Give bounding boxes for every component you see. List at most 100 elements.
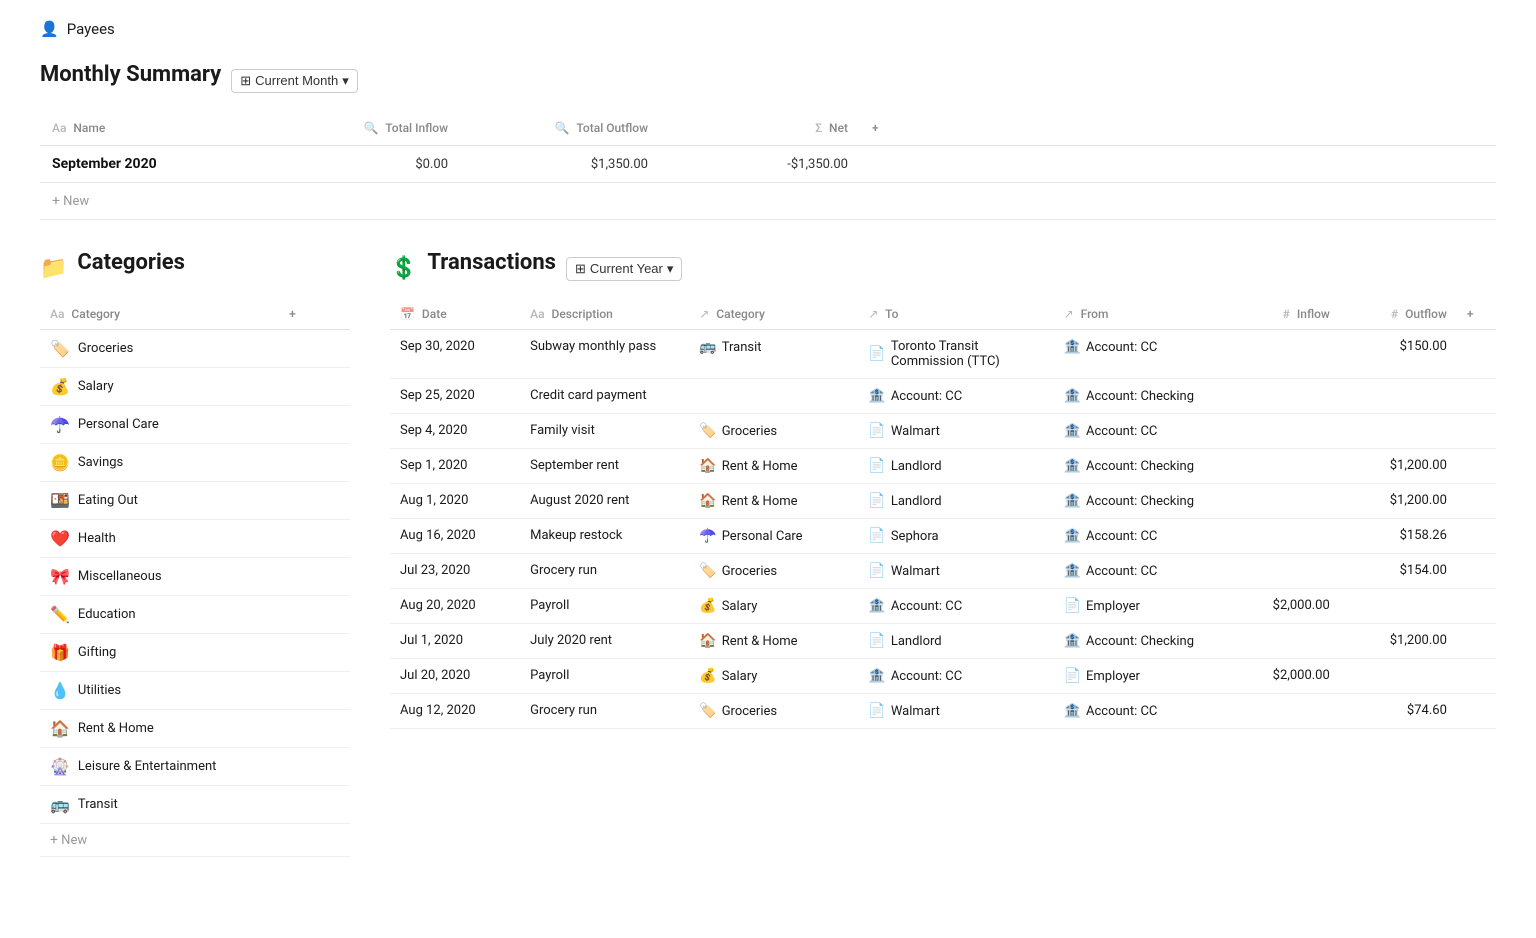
doc-icon: 📄 (868, 346, 885, 362)
list-item[interactable]: 🚌 Transit (40, 786, 350, 824)
tx-description: August 2020 rent (520, 484, 689, 519)
table-row[interactable]: Sep 4, 2020 Family visit 🏷️Groceries 📄Wa… (390, 414, 1496, 449)
category-icon: ☂️ (50, 415, 70, 434)
category-label: Utilities (78, 683, 121, 698)
summary-row-inflow: $0.00 (260, 146, 460, 183)
cell-label: Employer (1086, 599, 1140, 614)
list-item[interactable]: 🪙 Savings (40, 444, 350, 482)
tx-category: 🏷️Groceries (689, 694, 858, 729)
tx-description: July 2020 rent (520, 624, 689, 659)
tx-category: 💰Salary (689, 589, 858, 624)
tx-outflow: $1,200.00 (1340, 484, 1457, 519)
table-row[interactable]: Jul 20, 2020 Payroll 💰Salary 🏦Account: C… (390, 659, 1496, 694)
table-row[interactable]: Aug 1, 2020 August 2020 rent 🏠Rent & Hom… (390, 484, 1496, 519)
monthly-summary-dropdown-label: Current Month (255, 73, 338, 88)
tx-description: Makeup restock (520, 519, 689, 554)
category-label: Salary (78, 379, 114, 394)
transactions-table: 📅 Date Aa Description ↗ Category ↗ To ↗ (390, 299, 1496, 729)
category-label: Personal Care (78, 417, 159, 432)
tx-date: Jul 20, 2020 (390, 659, 520, 694)
cell-label: Account: Checking (1086, 459, 1194, 474)
category-icon: 🏠 (699, 493, 716, 509)
list-item[interactable]: ✏️ Education (40, 596, 350, 634)
list-item[interactable]: 🎡 Leisure & Entertainment (40, 748, 350, 786)
tx-col-plus[interactable]: + (1457, 299, 1496, 330)
tx-col-date: 📅 Date (390, 299, 520, 330)
summary-new-label: + New (40, 183, 1496, 220)
tx-outflow (1340, 379, 1457, 414)
tx-to: 📄Toronto Transit Commission (TTC) (858, 330, 1053, 379)
bank-icon: 🏦 (1064, 493, 1081, 509)
category-label: Rent & Home (78, 721, 154, 736)
doc-icon: 📄 (868, 563, 885, 579)
table-row[interactable]: Aug 12, 2020 Grocery run 🏷️Groceries 📄Wa… (390, 694, 1496, 729)
category-cell: ☂️ Personal Care (40, 406, 350, 444)
list-item[interactable]: 💧 Utilities (40, 672, 350, 710)
list-item[interactable]: 🏠 Rent & Home (40, 710, 350, 748)
list-item[interactable]: 🏷️ Groceries (40, 330, 350, 368)
categories-col-plus[interactable]: + (279, 299, 350, 330)
tx-inflow (1223, 330, 1340, 379)
tx-outflow: $1,200.00 (1340, 449, 1457, 484)
cell-label: Salary (722, 669, 758, 684)
tx-description: Grocery run (520, 554, 689, 589)
table-icon: ⊞ (240, 73, 251, 89)
category-cell: 🎡 Leisure & Entertainment (40, 748, 350, 786)
category-cell: 🎀 Miscellaneous (40, 558, 350, 596)
cell-label: Walmart (891, 704, 940, 719)
tx-date: Aug 20, 2020 (390, 589, 520, 624)
table-row[interactable]: Sep 30, 2020 Subway monthly pass 🚌Transi… (390, 330, 1496, 379)
cell-label: Account: CC (1086, 340, 1157, 355)
tx-from: 🏦Account: Checking (1054, 624, 1223, 659)
category-icon: 🚌 (699, 339, 716, 355)
tx-outflow: $158.26 (1340, 519, 1457, 554)
transactions-dropdown-label: Current Year (590, 261, 663, 276)
table-row[interactable]: Sep 1, 2020 September rent 🏠Rent & Home … (390, 449, 1496, 484)
category-icon: 🎡 (50, 757, 70, 776)
cell-label: Groceries (722, 564, 777, 579)
category-icon: ❤️ (50, 529, 70, 548)
table-row[interactable]: Jul 1, 2020 July 2020 rent 🏠Rent & Home … (390, 624, 1496, 659)
list-item[interactable]: 💰 Salary (40, 368, 350, 406)
table-row[interactable]: Sep 25, 2020 Credit card payment 🏦Accoun… (390, 379, 1496, 414)
transactions-dropdown[interactable]: ⊞ Current Year ▾ (566, 257, 682, 281)
summary-col-inflow: 🔍 Total Inflow (260, 111, 460, 146)
tx-row-plus (1457, 554, 1496, 589)
tx-date: Sep 25, 2020 (390, 379, 520, 414)
tx-row-plus (1457, 414, 1496, 449)
cell-label: Landlord (891, 634, 942, 649)
tx-inflow (1223, 624, 1340, 659)
tx-category: 🏷️Groceries (689, 414, 858, 449)
tx-row-plus (1457, 484, 1496, 519)
tx-inflow (1223, 379, 1340, 414)
monthly-summary-section: Monthly Summary ⊞ Current Month ▾ Aa Nam… (40, 62, 1496, 220)
summary-col-plus[interactable]: + (860, 111, 1496, 146)
list-item[interactable]: 🎁 Gifting (40, 634, 350, 672)
list-item[interactable]: ☂️ Personal Care (40, 406, 350, 444)
tx-row-plus (1457, 519, 1496, 554)
list-item[interactable]: ❤️ Health (40, 520, 350, 558)
doc-icon: 📄 (1064, 668, 1081, 684)
tx-row-plus (1457, 589, 1496, 624)
monthly-summary-dropdown[interactable]: ⊞ Current Month ▾ (231, 69, 358, 93)
cell-label: Account: CC (1086, 564, 1157, 579)
category-new-label: + New (40, 824, 350, 857)
bank-icon: 🏦 (1064, 703, 1081, 719)
summary-col-outflow: 🔍 Total Outflow (460, 111, 660, 146)
table-row[interactable]: Aug 16, 2020 Makeup restock ☂️Personal C… (390, 519, 1496, 554)
table-row[interactable]: Aug 20, 2020 Payroll 💰Salary 🏦Account: C… (390, 589, 1496, 624)
list-item[interactable]: 🍱 Eating Out (40, 482, 350, 520)
tx-inflow (1223, 519, 1340, 554)
cell-label: Account: Checking (1086, 389, 1194, 404)
summary-new-row[interactable]: + New (40, 183, 1496, 220)
cell-label: Rent & Home (722, 494, 798, 509)
cell-label: Employer (1086, 669, 1140, 684)
bank-icon: 🏦 (1064, 563, 1081, 579)
categories-col-header: Aa Category (40, 299, 279, 330)
table-row[interactable]: Jul 23, 2020 Grocery run 🏷️Groceries 📄Wa… (390, 554, 1496, 589)
list-item[interactable]: 🎀 Miscellaneous (40, 558, 350, 596)
cell-label: Landlord (891, 494, 942, 509)
tx-to: 🏦Account: CC (858, 659, 1053, 694)
doc-icon: 📄 (868, 633, 885, 649)
category-new-row[interactable]: + New (40, 824, 350, 857)
